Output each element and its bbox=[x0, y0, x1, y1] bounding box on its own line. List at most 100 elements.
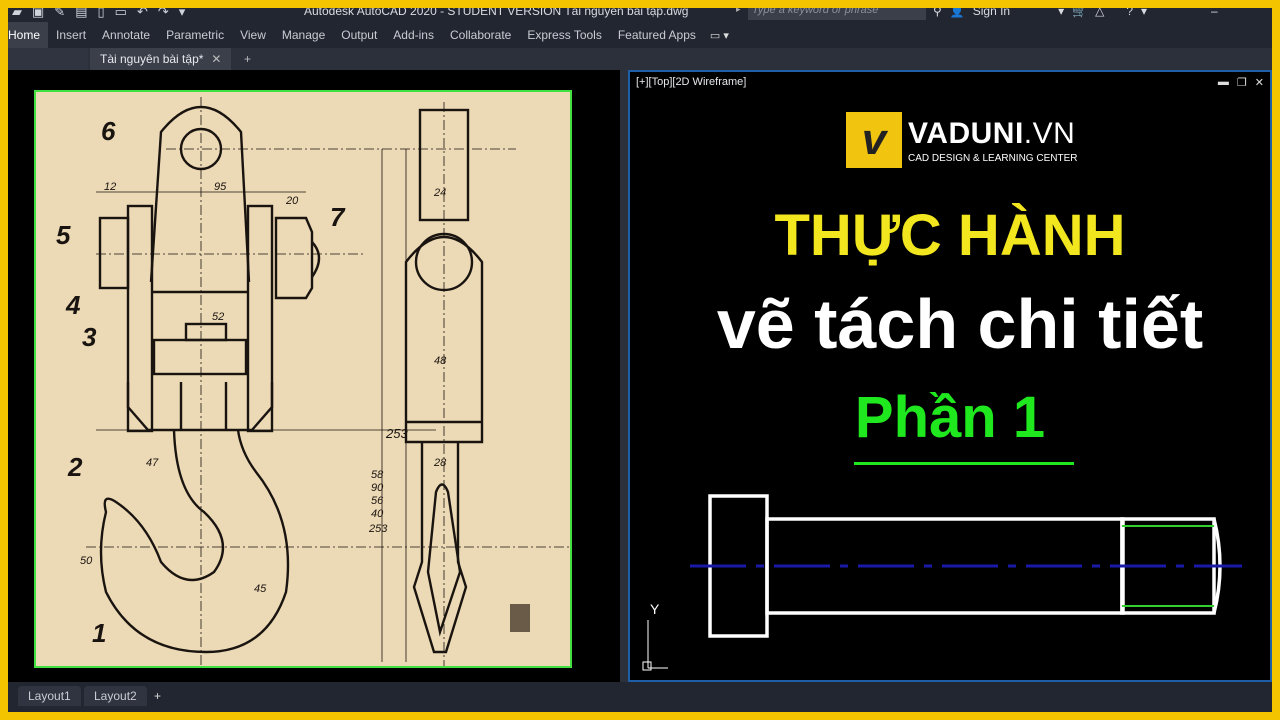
minimize-icon[interactable]: ▬ bbox=[1218, 76, 1229, 89]
layout-tabs-bar: Layout1 Layout2 + bbox=[8, 682, 1272, 712]
layout-tab-layout1[interactable]: Layout1 bbox=[18, 686, 81, 706]
restore-icon[interactable]: ❐ bbox=[1237, 76, 1247, 89]
dim-24: 24 bbox=[433, 187, 446, 199]
ribbon-options-dropdown[interactable]: ▭ ▾ bbox=[704, 29, 735, 42]
part-label-3: 3 bbox=[82, 322, 97, 352]
document-tab-active[interactable]: Tài nguyên bài tập* ✕ bbox=[90, 48, 232, 70]
quick-access-toolbar: ▰ ▣ ✎ ▤ ▯ ▭ ↶ ↷ ▾ bbox=[12, 8, 185, 20]
dim-20: 20 bbox=[285, 195, 299, 207]
sum-253: 253 bbox=[368, 523, 388, 535]
document-tab-label: Tài nguyên bài tập* bbox=[100, 52, 204, 66]
logo-tagline: CAD DESIGN & LEARNING CENTER bbox=[908, 152, 1078, 164]
part-label-1: 1 bbox=[92, 618, 106, 648]
new-icon[interactable]: ▰ bbox=[12, 8, 22, 20]
window-title: Autodesk AutoCAD 2020 - STUDENT VERSION … bbox=[304, 8, 689, 18]
layout-tab-layout2[interactable]: Layout2 bbox=[84, 686, 147, 706]
save-icon[interactable]: ▣ bbox=[32, 8, 44, 20]
dim-12: 12 bbox=[104, 181, 116, 193]
search-input[interactable]: Type a keyword or phrase bbox=[748, 8, 926, 20]
tab-view[interactable]: View bbox=[232, 22, 274, 48]
scanned-drawing-image: 6 5 7 4 3 2 1 12 95 20 52 47 50 45 24 48 bbox=[34, 90, 572, 668]
logo-brand: VADUNI bbox=[908, 116, 1024, 150]
viewport-controls-label[interactable]: [+][Top][2D Wireframe] bbox=[636, 76, 746, 88]
phone-icon[interactable]: ▯ bbox=[98, 8, 105, 20]
add-layout-button[interactable]: + bbox=[154, 686, 161, 706]
sum-58: 58 bbox=[371, 469, 384, 481]
dim-253: 253 bbox=[385, 426, 408, 441]
sign-in-link[interactable]: Sign In bbox=[973, 8, 1010, 18]
ribbon-tabs: Home Insert Annotate Parametric View Man… bbox=[8, 22, 1272, 48]
side-view-shank bbox=[412, 442, 468, 654]
heading-phan-1: Phần 1 bbox=[854, 385, 1046, 450]
left-plate bbox=[126, 204, 154, 433]
dim-52: 52 bbox=[212, 311, 224, 323]
logo-suffix: .VN bbox=[1023, 116, 1076, 150]
heading-thuc-hanh: THỰC HÀNH bbox=[774, 203, 1126, 268]
viewport-splitter[interactable] bbox=[620, 70, 628, 682]
tab-annotate[interactable]: Annotate bbox=[94, 22, 158, 48]
heading-ve-tach-chi-tiet: vẽ tách chi tiết bbox=[716, 285, 1204, 363]
user-icon[interactable]: 👤 bbox=[950, 8, 965, 18]
sum-40: 40 bbox=[371, 508, 384, 520]
nut-3 bbox=[152, 338, 248, 376]
hook-assembly-drawing: 6 5 7 4 3 2 1 12 95 20 52 47 50 45 24 48 bbox=[56, 97, 570, 666]
vaduni-logo: v VADUNI.VN CAD DESIGN & LEARNING CENTER bbox=[846, 112, 1077, 168]
binoculars-icon[interactable]: ⚲ bbox=[933, 8, 942, 18]
tab-collaborate[interactable]: Collaborate bbox=[442, 22, 519, 48]
ucs-icon bbox=[642, 620, 668, 671]
dim-48: 48 bbox=[434, 355, 447, 367]
dim-45: 45 bbox=[254, 583, 267, 595]
bolt-head bbox=[98, 216, 130, 290]
part-label-7: 7 bbox=[330, 202, 346, 232]
chevron-down-icon[interactable]: ▾ bbox=[1058, 8, 1064, 18]
viewport-window-controls: ▬ ❐ ✕ bbox=[1218, 76, 1264, 89]
undo-icon[interactable]: ↶ bbox=[137, 8, 148, 20]
nut bbox=[274, 216, 314, 300]
part-label-2: 2 bbox=[67, 452, 83, 482]
title-bar: ▰ ▣ ✎ ▤ ▯ ▭ ↶ ↷ ▾ Autodesk AutoCAD 2020 … bbox=[8, 8, 1272, 22]
search-expand-icon[interactable]: ▸ bbox=[736, 8, 741, 15]
new-tab-button[interactable]: + bbox=[244, 48, 251, 70]
cart-icon[interactable]: 🛒 bbox=[1072, 8, 1087, 18]
dim-28: 28 bbox=[433, 457, 447, 469]
left-viewport[interactable]: 6 5 7 4 3 2 1 12 95 20 52 47 50 45 24 48 bbox=[8, 70, 620, 682]
plot-icon[interactable]: ▭ bbox=[115, 8, 127, 20]
tab-manage[interactable]: Manage bbox=[274, 22, 333, 48]
right-viewport[interactable]: [+][Top][2D Wireframe] ▬ ❐ ✕ v VADUNI.VN… bbox=[628, 70, 1272, 682]
stamp-icon bbox=[510, 604, 530, 632]
tab-featured-apps[interactable]: Featured Apps bbox=[610, 22, 704, 48]
start-tab[interactable] bbox=[8, 48, 88, 70]
heading-underline bbox=[854, 462, 1074, 465]
document-tabs: Tài nguyên bài tập* ✕ + bbox=[8, 48, 1272, 70]
part-label-4: 4 bbox=[65, 290, 81, 320]
tab-output[interactable]: Output bbox=[333, 22, 385, 48]
bolt-drawing: Y bbox=[642, 494, 1242, 671]
dim-95: 95 bbox=[214, 181, 227, 193]
part-label-6: 6 bbox=[101, 116, 116, 146]
sum-90: 90 bbox=[371, 482, 384, 494]
dropdown-icon[interactable]: ▾ bbox=[179, 8, 186, 20]
ucs-y-label: Y bbox=[650, 601, 660, 617]
close-icon[interactable]: ✕ bbox=[1255, 76, 1264, 89]
tab-parametric[interactable]: Parametric bbox=[158, 22, 232, 48]
hook bbox=[99, 429, 290, 654]
help-dropdown-icon[interactable]: ▾ bbox=[1141, 8, 1147, 18]
titlebar-right-tools: ⚲ 👤 Sign In ▾ 🛒 △ ? ▾ – bbox=[933, 8, 1218, 18]
tab-add-ins[interactable]: Add-ins bbox=[385, 22, 442, 48]
part6-outline bbox=[149, 106, 251, 283]
tab-insert[interactable]: Insert bbox=[48, 22, 94, 48]
minimize-icon[interactable]: – bbox=[1211, 8, 1218, 18]
tab-home[interactable]: Home bbox=[8, 22, 49, 48]
right-plate bbox=[246, 204, 274, 433]
dim-41: 47 bbox=[146, 457, 159, 469]
share-icon[interactable]: △ bbox=[1095, 8, 1104, 18]
open-file-icon[interactable]: ▤ bbox=[75, 8, 87, 20]
crosshead bbox=[126, 382, 274, 432]
redo-icon[interactable]: ↷ bbox=[158, 8, 169, 20]
help-icon[interactable]: ? bbox=[1126, 8, 1133, 18]
close-icon[interactable]: ✕ bbox=[211, 52, 221, 66]
tab-express-tools[interactable]: Express Tools bbox=[519, 22, 609, 48]
save-as-icon[interactable]: ✎ bbox=[54, 8, 65, 20]
logo-mark-icon: v bbox=[846, 112, 902, 168]
part-label-5: 5 bbox=[56, 220, 71, 250]
